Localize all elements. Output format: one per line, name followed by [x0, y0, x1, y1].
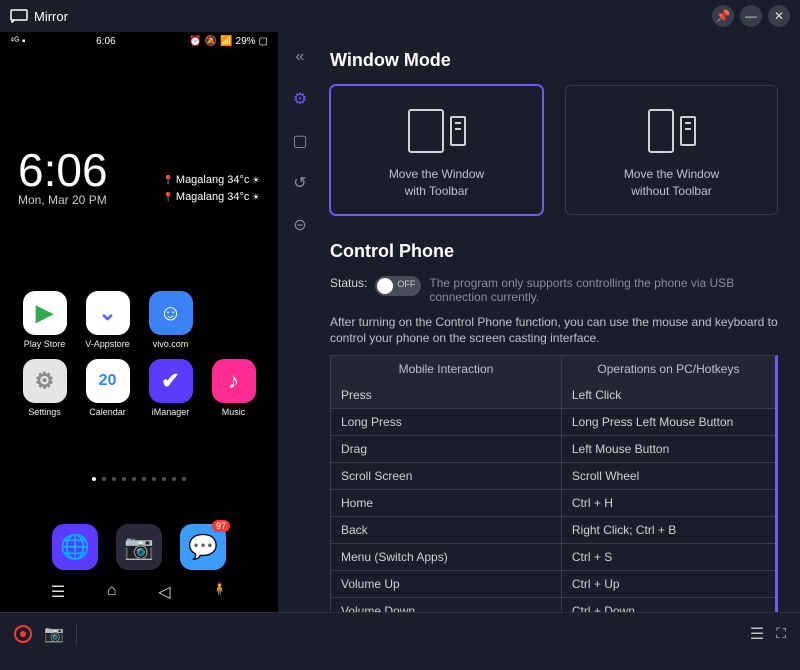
window-mode-heading: Window Mode: [330, 50, 778, 71]
record-button[interactable]: [14, 625, 32, 643]
bottom-bar: 📷 ☰ ⛶: [0, 612, 800, 654]
nav-record-icon[interactable]: ▢: [287, 128, 313, 154]
side-nav: « ⚙ ▢ ↺ ⊝: [278, 32, 322, 612]
dock-messages[interactable]: 💬97: [180, 524, 226, 570]
nav-back[interactable]: ◁: [158, 582, 170, 602]
app-logo: Mirror: [10, 9, 68, 24]
table-row: BackRight Click; Ctrl + B: [331, 516, 775, 543]
card-with-toolbar[interactable]: Move the Windowwith Toolbar: [330, 85, 543, 215]
table-row: Scroll ScreenScroll Wheel: [331, 462, 775, 489]
close-button[interactable]: ✕: [768, 5, 790, 27]
cast-icon: [10, 9, 28, 23]
app-grid: ▶Play Store⌄V-Appstore☺vivo.com ⚙Settings…: [12, 211, 266, 417]
phone-screen[interactable]: ⁴ᴳ ▪ 6:06 ⏰🔕📶29%▢ 6:06 Mon, Mar 20 PM Ma…: [0, 32, 278, 612]
app-imanager[interactable]: ✔iManager: [144, 359, 197, 417]
app-play-store[interactable]: ▶Play Store: [18, 291, 71, 349]
app-vivo.com[interactable]: ☺vivo.com: [144, 291, 197, 349]
nav-history-icon[interactable]: ↺: [287, 170, 313, 196]
nav-accessibility[interactable]: 🧍: [212, 582, 227, 602]
dock-browser[interactable]: 🌐: [52, 524, 98, 570]
control-toggle[interactable]: OFF: [375, 276, 421, 296]
dock-camera[interactable]: 📷: [116, 524, 162, 570]
table-row: Volume UpCtrl + Up: [331, 570, 775, 597]
app-title: Mirror: [34, 9, 68, 24]
app-calendar[interactable]: 20Calendar: [81, 359, 134, 417]
nav-settings-icon[interactable]: ⚙: [287, 86, 313, 112]
page-indicator: [12, 477, 266, 481]
th-pc: Operations on PC/Hotkeys: [562, 356, 775, 382]
collapse-icon[interactable]: «: [287, 44, 313, 70]
control-phone-heading: Control Phone: [330, 241, 778, 262]
phone-dock: 🌐 📷 💬97 ☰ ⌂ ◁ 🧍: [0, 524, 278, 602]
th-mobile: Mobile Interaction: [331, 356, 562, 382]
control-description: After turning on the Control Phone funct…: [330, 314, 778, 348]
content-panel: Window Mode Move the Windowwith Toolbar …: [322, 32, 800, 612]
weather-widget: Magalang 34°c Magalang 34°c: [163, 172, 260, 207]
app-v-appstore[interactable]: ⌄V-Appstore: [81, 291, 134, 349]
table-row: PressLeft Click: [331, 382, 775, 408]
pin-button[interactable]: 📌: [712, 5, 734, 27]
table-row: HomeCtrl + H: [331, 489, 775, 516]
card-without-toolbar[interactable]: Move the Windowwithout Toolbar: [565, 85, 778, 215]
table-row: Volume DownCtrl + Down: [331, 597, 775, 612]
nav-home[interactable]: ⌂: [107, 582, 117, 602]
clock-date: Mon, Mar 20 PM: [18, 193, 108, 207]
settings-button[interactable]: ☰: [750, 624, 764, 644]
hotkeys-table: Mobile Interaction Operations on PC/Hotk…: [330, 355, 778, 612]
nav-menu[interactable]: ☰: [51, 582, 65, 602]
app-settings[interactable]: ⚙Settings: [18, 359, 71, 417]
minimize-button[interactable]: —: [740, 5, 762, 27]
table-row: Menu (Switch Apps)Ctrl + S: [331, 543, 775, 570]
app-music[interactable]: ♪Music: [207, 359, 260, 417]
table-row: DragLeft Mouse Button: [331, 435, 775, 462]
fullscreen-button[interactable]: ⛶: [776, 625, 786, 642]
status-hint: The program only supports controlling th…: [429, 276, 778, 304]
nav-more-icon[interactable]: ⊝: [287, 212, 313, 238]
titlebar: Mirror 📌 — ✕: [0, 0, 800, 32]
table-row: Long PressLong Press Left Mouse Button: [331, 408, 775, 435]
status-label: Status:: [330, 276, 367, 290]
phone-status-bar: ⁴ᴳ ▪ 6:06 ⏰🔕📶29%▢: [0, 32, 278, 47]
screenshot-button[interactable]: 📷: [44, 624, 64, 644]
clock-time: 6:06: [18, 147, 108, 193]
